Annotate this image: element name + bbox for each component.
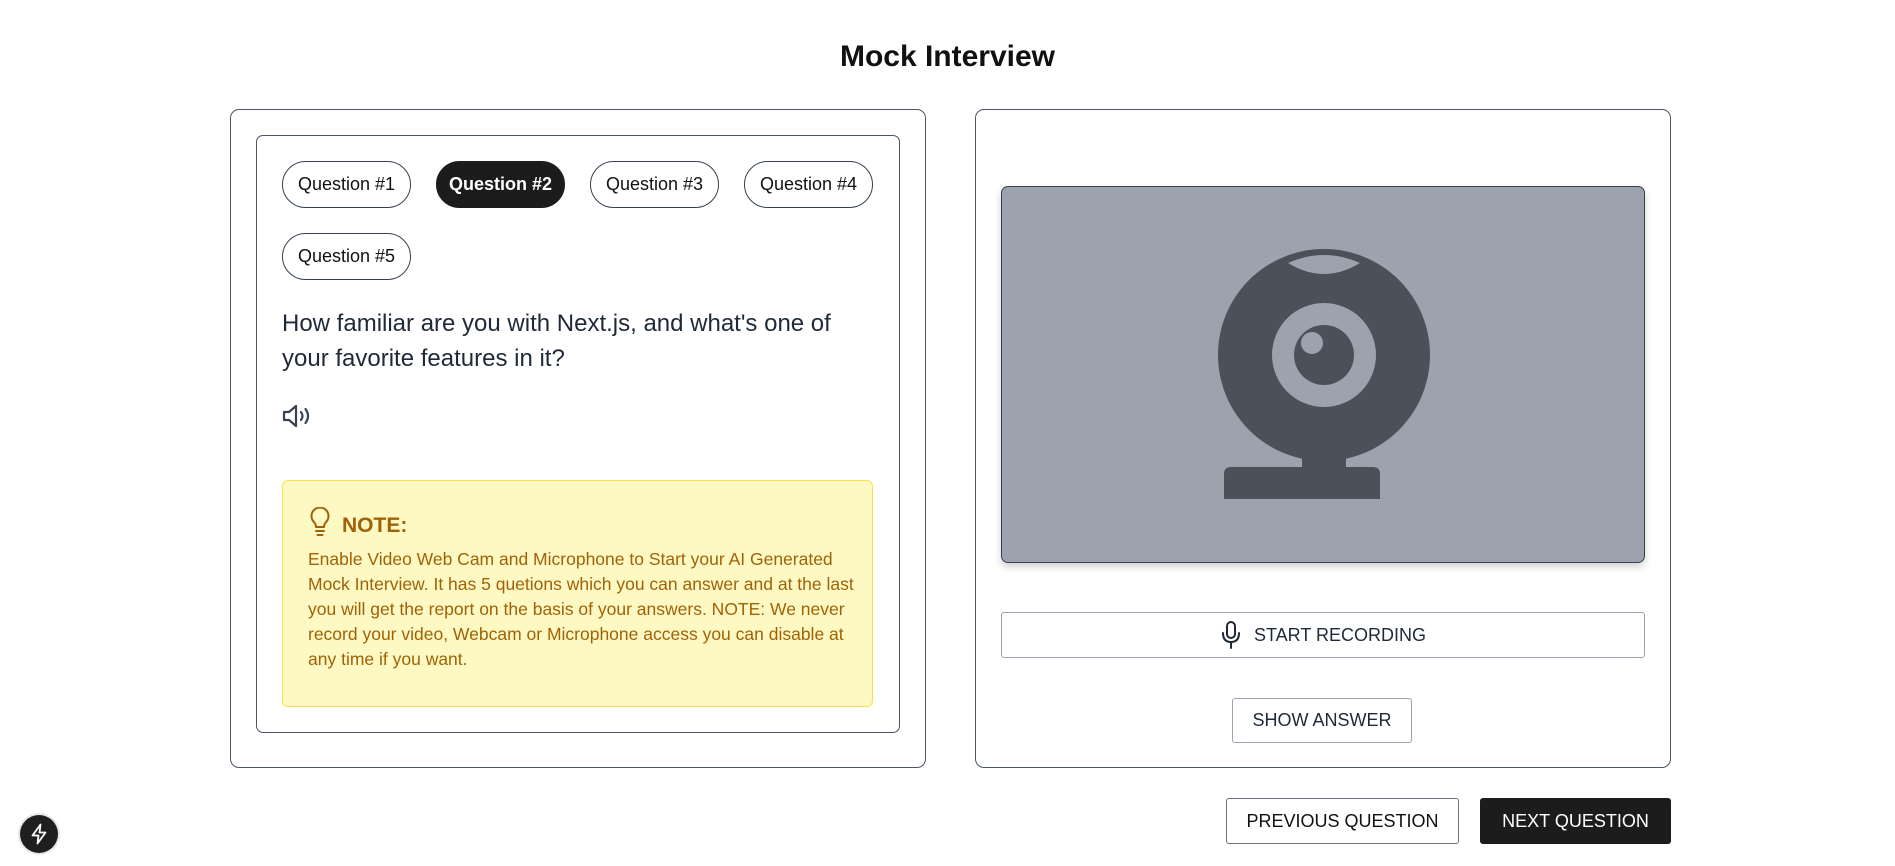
note-header: NOTE:	[308, 506, 408, 544]
question-text: How familiar are you with Next.js, and w…	[282, 310, 831, 372]
question-panel: Question #1 Question #2 Question #3 Ques…	[230, 109, 926, 768]
page-title: Mock Interview	[839, 40, 1056, 73]
note-title: NOTE:	[342, 513, 408, 537]
show-answer-button[interactable]: SHOW ANSWER	[1232, 698, 1412, 743]
next-question-button[interactable]: NEXT QUESTION	[1480, 798, 1671, 844]
recording-panel: START RECORDING SHOW ANSWER	[975, 109, 1671, 768]
lightbulb-icon	[308, 506, 332, 544]
question-tab-4[interactable]: Question #4	[744, 161, 873, 208]
note-body: Enable Video Web Cam and Microphone to S…	[308, 549, 854, 669]
webcam-preview	[1001, 186, 1645, 563]
question-tab-5[interactable]: Question #5	[282, 233, 411, 280]
note-box: NOTE: Enable Video Web Cam and Microphon…	[282, 480, 873, 707]
microphone-icon	[1220, 620, 1242, 650]
question-tab-1[interactable]: Question #1	[282, 161, 411, 208]
webcam-icon	[1218, 249, 1430, 506]
question-tab-3[interactable]: Question #3	[590, 161, 719, 208]
question-tab-2[interactable]: Question #2	[436, 161, 565, 208]
lightning-icon[interactable]	[20, 815, 58, 853]
start-recording-label: START RECORDING	[1253, 624, 1427, 645]
speaker-icon[interactable]	[282, 402, 314, 430]
previous-question-button[interactable]: PREVIOUS QUESTION	[1226, 798, 1459, 844]
question-card: Question #1 Question #2 Question #3 Ques…	[256, 135, 900, 733]
start-recording-button[interactable]: START RECORDING	[1001, 612, 1645, 658]
